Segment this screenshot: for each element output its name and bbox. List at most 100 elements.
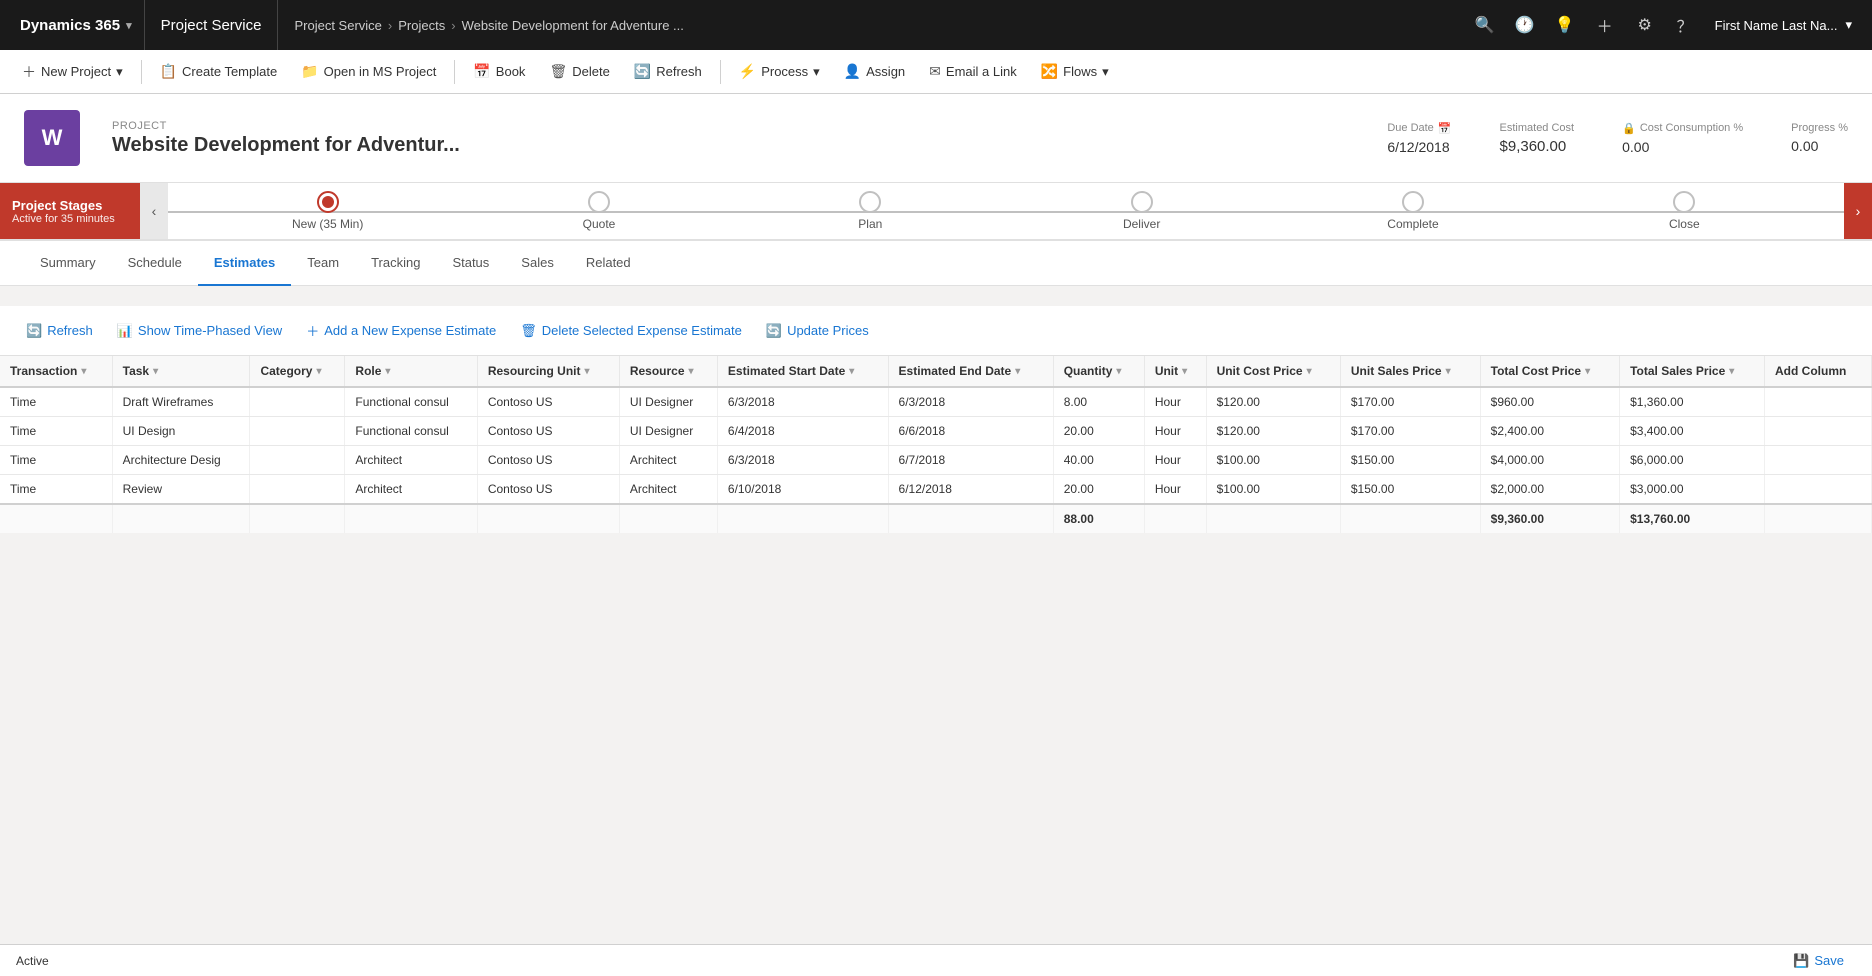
table-row[interactable]: TimeUI DesignFunctional consulContoso US… bbox=[0, 417, 1872, 446]
cell-resource: Architect bbox=[619, 475, 717, 505]
col-total-cost-price[interactable]: Total Cost Price▾ bbox=[1480, 356, 1619, 387]
calendar-icon[interactable]: 📅 bbox=[1438, 122, 1452, 135]
recent-icon[interactable]: 🕐 bbox=[1507, 7, 1543, 43]
tab-estimates[interactable]: Estimates bbox=[198, 241, 291, 286]
sort-icon: ▾ bbox=[1015, 366, 1020, 377]
stage-circle-complete bbox=[1402, 191, 1424, 213]
email-link-button[interactable]: ✉ Email a Link bbox=[919, 56, 1027, 88]
col-unit-cost-price[interactable]: Unit Cost Price▾ bbox=[1206, 356, 1340, 387]
col-unit-sales-price[interactable]: Unit Sales Price▾ bbox=[1340, 356, 1480, 387]
col-total-sales-price[interactable]: Total Sales Price▾ bbox=[1620, 356, 1765, 387]
tab-tracking[interactable]: Tracking bbox=[355, 241, 436, 286]
tab-status[interactable]: Status bbox=[436, 241, 505, 286]
table-icon: 📊 bbox=[117, 323, 133, 339]
brand-dynamics365[interactable]: Dynamics 365 ▾ bbox=[8, 0, 145, 50]
new-project-button[interactable]: ＋ New Project ▾ bbox=[12, 56, 133, 88]
delete-button[interactable]: 🗑 Delete bbox=[539, 56, 619, 88]
col-quantity[interactable]: Quantity▾ bbox=[1053, 356, 1144, 387]
add-icon[interactable]: ＋ bbox=[1587, 7, 1623, 43]
time-phased-view-button[interactable]: 📊 Show Time-Phased View bbox=[107, 318, 292, 344]
flows-button[interactable]: 🔀 Flows ▾ bbox=[1031, 56, 1119, 88]
update-prices-button[interactable]: 🔄 Update Prices bbox=[756, 318, 879, 344]
cost-consumption-label: 🔒 Cost Consumption % bbox=[1622, 122, 1743, 135]
tab-bar: Summary Schedule Estimates Team Tracking… bbox=[0, 241, 1872, 286]
breadcrumb-item-2[interactable]: Projects bbox=[398, 18, 445, 33]
stage-item-quote[interactable]: Quote bbox=[463, 191, 734, 231]
col-role[interactable]: Role▾ bbox=[345, 356, 477, 387]
sort-icon: ▾ bbox=[689, 366, 694, 377]
add-expense-estimate-button[interactable]: ＋ Add a New Expense Estimate bbox=[296, 316, 506, 345]
delete-expense-estimate-button[interactable]: 🗑 Delete Selected Expense Estimate bbox=[510, 318, 752, 344]
refresh-button[interactable]: 🔄 Refresh bbox=[624, 56, 712, 88]
stage-item-complete[interactable]: Complete bbox=[1277, 191, 1548, 231]
cell-total-sales-price: $1,360.00 bbox=[1620, 387, 1765, 417]
stage-item-close[interactable]: Close bbox=[1549, 191, 1820, 231]
question-icon[interactable]: ？ bbox=[1667, 7, 1703, 43]
cell-add-column bbox=[1765, 417, 1872, 446]
sort-icon: ▾ bbox=[1307, 366, 1312, 377]
cell-resourcing-unit: Contoso US bbox=[477, 475, 619, 505]
cell-quantity: 40.00 bbox=[1053, 446, 1144, 475]
tab-related[interactable]: Related bbox=[570, 241, 647, 286]
col-unit[interactable]: Unit▾ bbox=[1144, 356, 1206, 387]
assign-button[interactable]: 👤 Assign bbox=[834, 56, 915, 88]
process-button[interactable]: ⚡ Process ▾ bbox=[729, 56, 830, 88]
breadcrumb-item-3[interactable]: Website Development for Adventure ... bbox=[462, 18, 684, 33]
stage-nav-left-button[interactable]: ‹ bbox=[140, 183, 168, 239]
col-end-date[interactable]: Estimated End Date▾ bbox=[888, 356, 1053, 387]
col-transaction[interactable]: Transaction▾ bbox=[0, 356, 112, 387]
stage-item-plan[interactable]: Plan bbox=[735, 191, 1006, 231]
stage-circle-new bbox=[317, 191, 339, 213]
estimates-refresh-button[interactable]: 🔄 Refresh bbox=[16, 318, 103, 344]
cell-add-column bbox=[1765, 387, 1872, 417]
col-add-column[interactable]: Add Column bbox=[1765, 356, 1872, 387]
cell-resourcing-unit: Contoso US bbox=[477, 417, 619, 446]
estimates-toolbar: 🔄 Refresh 📊 Show Time-Phased View ＋ Add … bbox=[0, 306, 1872, 356]
col-resourcing-unit[interactable]: Resourcing Unit▾ bbox=[477, 356, 619, 387]
email-link-label: Email a Link bbox=[946, 64, 1017, 79]
stage-item-new[interactable]: New (35 Min) bbox=[192, 191, 463, 231]
lock-icon: 🔒 bbox=[1622, 122, 1636, 135]
tab-summary[interactable]: Summary bbox=[24, 241, 112, 286]
tab-team[interactable]: Team bbox=[291, 241, 355, 286]
section-gap bbox=[0, 286, 1872, 306]
col-task[interactable]: Task▾ bbox=[112, 356, 250, 387]
stage-item-deliver[interactable]: Deliver bbox=[1006, 191, 1277, 231]
create-template-button[interactable]: 📋 Create Template bbox=[150, 56, 288, 88]
process-label: Process bbox=[761, 64, 808, 79]
breadcrumb-item-1[interactable]: Project Service bbox=[294, 18, 381, 33]
add-expense-label: Add a New Expense Estimate bbox=[324, 323, 496, 338]
stage-nav-right-button[interactable]: › bbox=[1844, 183, 1872, 239]
table-row[interactable]: TimeDraft WireframesFunctional consulCon… bbox=[0, 387, 1872, 417]
footer-quantity-total: 88.00 bbox=[1053, 504, 1144, 533]
footer-col-5 bbox=[477, 504, 619, 533]
book-button[interactable]: 📅 Book bbox=[463, 56, 535, 88]
footer-col-4 bbox=[345, 504, 477, 533]
brand-chevron-icon: ▾ bbox=[126, 19, 132, 32]
tab-schedule[interactable]: Schedule bbox=[112, 241, 198, 286]
add-icon: ＋ bbox=[22, 62, 36, 82]
open-ms-project-button[interactable]: 📁 Open in MS Project bbox=[291, 56, 446, 88]
user-profile[interactable]: First Name Last Na... ▾ bbox=[1703, 17, 1864, 33]
col-category[interactable]: Category▾ bbox=[250, 356, 345, 387]
sort-icon: ▾ bbox=[584, 366, 589, 377]
footer-col-2 bbox=[112, 504, 250, 533]
cell-unit-sales-price: $170.00 bbox=[1340, 387, 1480, 417]
help-icon[interactable]: 💡 bbox=[1547, 7, 1583, 43]
search-icon[interactable]: 🔍 bbox=[1467, 7, 1503, 43]
table-row[interactable]: TimeReviewArchitectContoso USArchitect6/… bbox=[0, 475, 1872, 505]
cell-unit-cost-price: $120.00 bbox=[1206, 387, 1340, 417]
cell-role: Functional consul bbox=[345, 417, 477, 446]
table-row[interactable]: TimeArchitecture DesigArchitectContoso U… bbox=[0, 446, 1872, 475]
cell-task: Review bbox=[112, 475, 250, 505]
cell-task: Architecture Desig bbox=[112, 446, 250, 475]
col-resource[interactable]: Resource▾ bbox=[619, 356, 717, 387]
progress-value: 0.00 bbox=[1791, 138, 1848, 154]
tab-sales[interactable]: Sales bbox=[505, 241, 570, 286]
cell-total-sales-price: $3,400.00 bbox=[1620, 417, 1765, 446]
col-start-date[interactable]: Estimated Start Date▾ bbox=[717, 356, 888, 387]
save-button[interactable]: 💾 Save bbox=[1781, 949, 1856, 973]
settings-icon[interactable]: ⚙ bbox=[1627, 7, 1663, 43]
stage-circle-close bbox=[1673, 191, 1695, 213]
user-chevron-icon: ▾ bbox=[1845, 17, 1852, 33]
